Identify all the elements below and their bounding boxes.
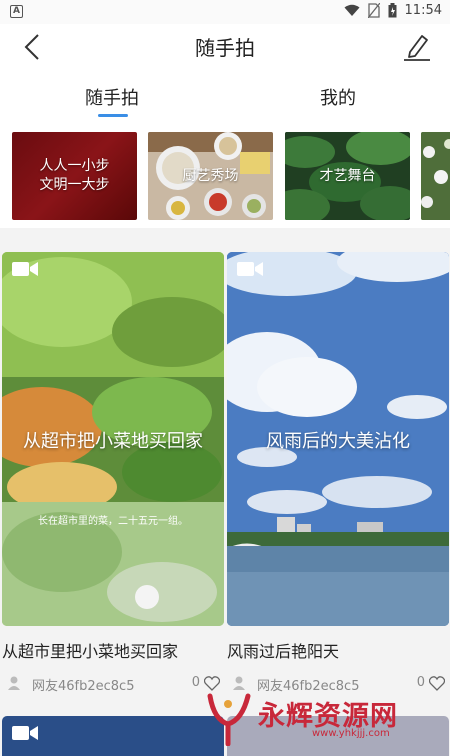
category-card-civility[interactable]: 人人一小步 文明一大步 (12, 132, 137, 220)
category-label: 人人一小步 文明一大步 (39, 158, 110, 193)
author-name: 网友46fb2ec8c5 (32, 679, 135, 694)
page-title: 随手拍 (195, 36, 255, 60)
tab-mine[interactable]: 我的 (288, 84, 388, 110)
user-icon (233, 676, 245, 690)
site-watermark: 永辉资源网 www.yhkjjj.com (204, 690, 446, 748)
heart-icon[interactable] (429, 676, 445, 691)
category-strip: 人人一小步 文明一大步 厨艺秀场 才艺舞台 (0, 120, 450, 228)
status-time: 11:54 (404, 3, 442, 18)
like-count: 0 (191, 675, 200, 690)
tab-bar: 随手拍 我的 (0, 70, 450, 120)
category-card-more[interactable] (421, 132, 450, 220)
category-card-talent[interactable]: 才艺舞台 (285, 132, 410, 220)
pencil-icon (404, 35, 430, 61)
watermark-logo (207, 693, 251, 746)
video-camera-icon (12, 262, 38, 276)
category-label: 才艺舞台 (319, 167, 376, 184)
post-card[interactable]: 从超市把小菜地买回家 长在超市里的菜，二十五元一组。 从超市里把小菜地买回家 网… (2, 252, 224, 694)
watermark-url: www.yhkjjj.com (312, 728, 390, 739)
post-meta: 网友46fb2ec8c5 0 (2, 674, 224, 694)
no-sim-icon (367, 3, 380, 18)
post-title[interactable]: 风雨过后艳阳天 (227, 638, 449, 662)
video-camera-icon (12, 726, 38, 740)
post-title[interactable]: 从超市里把小菜地买回家 (2, 638, 224, 662)
active-tab-indicator (98, 114, 128, 117)
battery-icon (388, 3, 397, 18)
thumbnail-caption: 从超市把小菜地买回家 (23, 431, 203, 452)
tab-suishoupai[interactable]: 随手拍 (62, 84, 162, 110)
status-bar: A 11:54 (0, 0, 450, 24)
category-label: 厨艺秀场 (182, 167, 239, 184)
post-feed: 从超市把小菜地买回家 长在超市里的菜，二十五元一组。 从超市里把小菜地买回家 网… (0, 240, 450, 756)
notification-a-icon: A (10, 5, 23, 18)
thumbnail-caption: 风雨后的大美沾化 (266, 431, 410, 452)
thumbnail-subcaption: 长在超市里的菜，二十五元一组。 (38, 516, 188, 527)
video-camera-icon (237, 262, 263, 276)
post-card[interactable]: 风雨后的大美沾化 风雨过后艳阳天 网友46fb2ec8c5 0 (227, 252, 449, 694)
heart-icon[interactable] (204, 676, 220, 691)
compose-button[interactable] (402, 30, 432, 62)
post-card-next[interactable] (2, 716, 224, 756)
post-thumbnail[interactable]: 风雨后的大美沾化 (227, 252, 449, 626)
user-icon (8, 676, 20, 690)
post-thumbnail[interactable]: 从超市把小菜地买回家 长在超市里的菜，二十五元一组。 (2, 252, 224, 626)
flowers-photo (421, 132, 450, 220)
like-count: 0 (416, 675, 425, 690)
category-card-cooking[interactable]: 厨艺秀场 (148, 132, 273, 220)
app-header: 随手拍 (0, 24, 450, 70)
wifi-icon (344, 4, 360, 16)
